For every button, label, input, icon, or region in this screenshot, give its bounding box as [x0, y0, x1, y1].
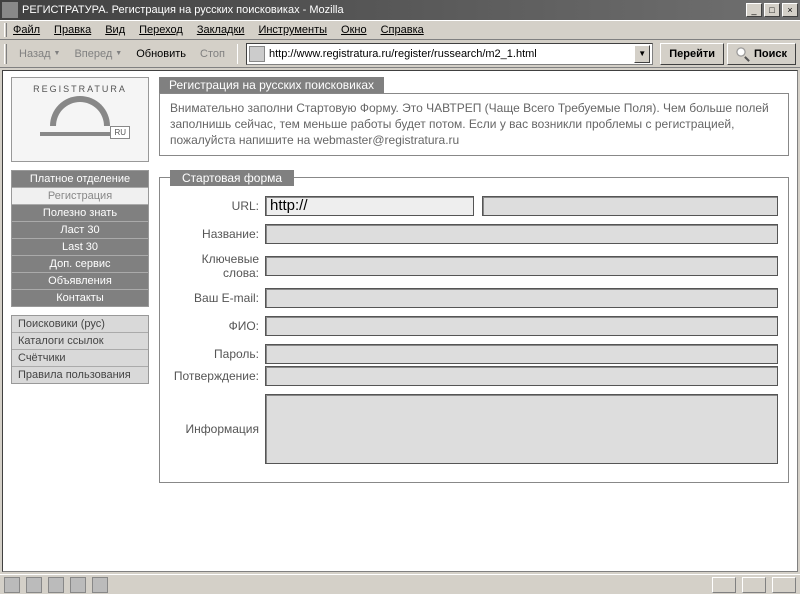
- window-titlebar: РЕГИСТРАТУРА. Регистрация на русских пои…: [0, 0, 800, 20]
- window-title: РЕГИСТРАТУРА. Регистрация на русских пои…: [22, 4, 344, 16]
- status-pane: [712, 577, 736, 593]
- row-password: Пароль:: [170, 344, 778, 364]
- label-keywords: Ключевые слова:: [170, 252, 265, 280]
- nav-last30-ru[interactable]: Ласт 30: [12, 222, 148, 239]
- nav-registration[interactable]: Регистрация: [12, 188, 148, 205]
- toolbar-handle[interactable]: [4, 23, 7, 37]
- menu-help[interactable]: Справка: [381, 24, 424, 36]
- label-confirm: Потверждение:: [170, 369, 265, 383]
- logo-base: [40, 132, 120, 136]
- nav-catalogs[interactable]: Каталоги ссылок: [12, 333, 148, 350]
- go-button[interactable]: Перейти: [660, 43, 724, 65]
- status-icon[interactable]: [4, 577, 20, 593]
- nav-useful[interactable]: Полезно знать: [12, 205, 148, 222]
- primary-nav: Платное отделение Регистрация Полезно зн…: [11, 170, 149, 307]
- forward-button[interactable]: Вперед▼: [68, 46, 128, 62]
- input-info[interactable]: [265, 394, 778, 464]
- menu-window[interactable]: Окно: [341, 24, 367, 36]
- menu-tools[interactable]: Инструменты: [258, 24, 327, 36]
- logo-arch: [50, 96, 110, 126]
- input-url-prefix[interactable]: [265, 196, 474, 216]
- status-icon[interactable]: [92, 577, 108, 593]
- label-url: URL:: [170, 199, 265, 213]
- row-fio: ФИО:: [170, 316, 778, 336]
- row-keywords: Ключевые слова:: [170, 252, 778, 280]
- nav-counters[interactable]: Счётчики: [12, 350, 148, 367]
- label-password: Пароль:: [170, 347, 265, 361]
- start-form: Стартовая форма URL: Название: Ключевые …: [159, 170, 789, 483]
- logo-badge: RU: [110, 126, 130, 139]
- status-icon[interactable]: [70, 577, 86, 593]
- nav-extra[interactable]: Доп. сервис: [12, 256, 148, 273]
- url-dropdown[interactable]: ▼: [634, 45, 650, 63]
- logo-text: REGISTRATURA: [33, 84, 127, 94]
- status-icon[interactable]: [26, 577, 42, 593]
- label-fio: ФИО:: [170, 319, 265, 333]
- menu-edit[interactable]: Правка: [54, 24, 91, 36]
- nav-rules[interactable]: Правила пользования: [12, 367, 148, 383]
- menu-go[interactable]: Переход: [139, 24, 183, 36]
- row-name: Название:: [170, 224, 778, 244]
- input-url[interactable]: [482, 196, 778, 216]
- separator: [237, 44, 238, 64]
- secondary-nav: Поисковики (рус) Каталоги ссылок Счётчик…: [11, 315, 149, 384]
- nav-last30-en[interactable]: Last 30: [12, 239, 148, 256]
- row-url: URL:: [170, 196, 778, 216]
- input-confirm[interactable]: [265, 366, 778, 386]
- close-button[interactable]: ×: [782, 3, 798, 17]
- label-email: Ваш E-mail:: [170, 291, 265, 305]
- status-icon[interactable]: [48, 577, 64, 593]
- maximize-button[interactable]: □: [764, 3, 780, 17]
- input-name[interactable]: [265, 224, 778, 244]
- page-icon: [249, 46, 265, 62]
- label-name: Название:: [170, 227, 265, 241]
- menu-file[interactable]: Файл: [13, 24, 40, 36]
- nav-ads[interactable]: Объявления: [12, 273, 148, 290]
- row-info: Информация: [170, 394, 778, 464]
- input-fio[interactable]: [265, 316, 778, 336]
- row-email: Ваш E-mail:: [170, 288, 778, 308]
- menu-view[interactable]: Вид: [105, 24, 125, 36]
- right-column: Регистрация на русских поисковиках Внима…: [159, 77, 789, 565]
- nav-toolbar: Назад▼ Вперед▼ Обновить Стоп ▼ Перейти П…: [0, 40, 800, 68]
- url-input[interactable]: [269, 48, 634, 60]
- left-column: REGISTRATURA RU Платное отделение Регист…: [11, 77, 149, 565]
- back-button[interactable]: Назад▼: [13, 46, 66, 62]
- minimize-button[interactable]: _: [746, 3, 762, 17]
- nav-contacts[interactable]: Контакты: [12, 290, 148, 306]
- app-icon: [2, 2, 18, 18]
- statusbar: [0, 574, 800, 594]
- menubar: Файл Правка Вид Переход Закладки Инструм…: [0, 20, 800, 40]
- nav-searchengines[interactable]: Поисковики (рус): [12, 316, 148, 333]
- nav-paid[interactable]: Платное отделение: [12, 171, 148, 188]
- status-pane: [742, 577, 766, 593]
- reload-button[interactable]: Обновить: [130, 46, 192, 62]
- row-confirm: Потверждение:: [170, 366, 778, 386]
- section-header: Регистрация на русских поисковиках: [159, 77, 384, 93]
- search-button[interactable]: Поиск: [727, 43, 796, 65]
- site-logo[interactable]: REGISTRATURA RU: [11, 77, 149, 162]
- label-info: Информация: [170, 422, 265, 436]
- url-bar[interactable]: ▼: [246, 43, 653, 65]
- status-pane: [772, 577, 796, 593]
- intro-text: Внимательно заполни Стартовую Форму. Это…: [159, 93, 789, 156]
- search-icon: [736, 47, 750, 61]
- menu-bookmarks[interactable]: Закладки: [197, 24, 245, 36]
- stop-button[interactable]: Стоп: [194, 46, 231, 62]
- toolbar-handle[interactable]: [4, 44, 7, 64]
- page-content: REGISTRATURA RU Платное отделение Регист…: [2, 70, 798, 572]
- input-password[interactable]: [265, 344, 778, 364]
- input-keywords[interactable]: [265, 256, 778, 276]
- form-legend: Стартовая форма: [170, 170, 294, 186]
- input-email[interactable]: [265, 288, 778, 308]
